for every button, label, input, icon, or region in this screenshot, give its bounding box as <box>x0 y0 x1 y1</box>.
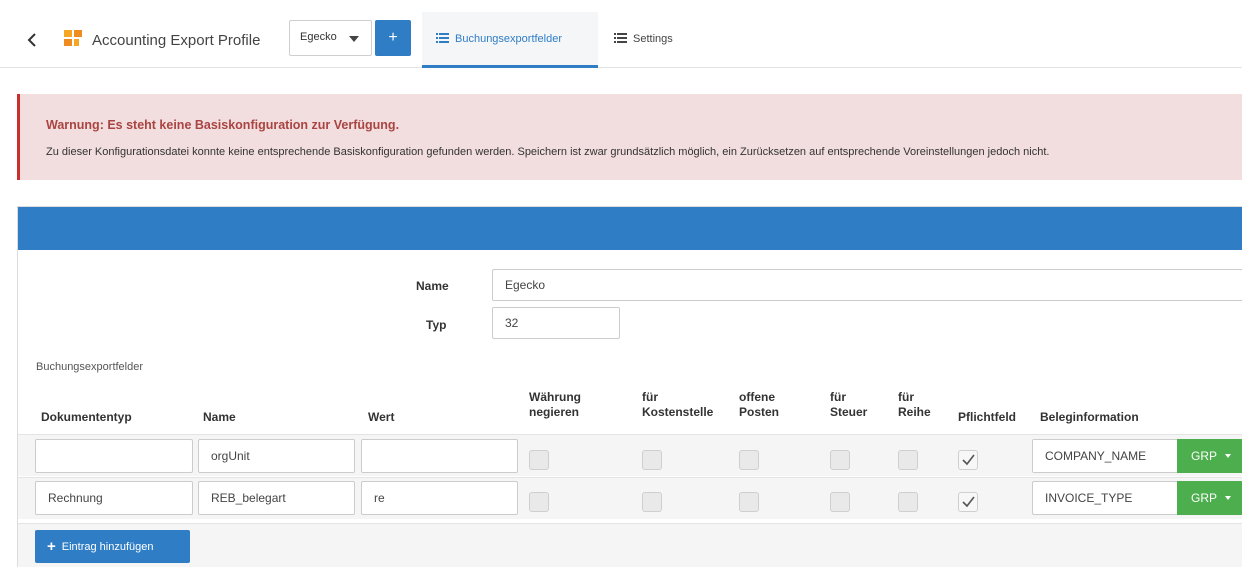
tab-label: Settings <box>633 33 673 45</box>
tab-label: Buchungsexportfelder <box>455 33 563 45</box>
caret-down-icon <box>1225 496 1232 500</box>
add-profile-button[interactable]: + <box>375 20 411 56</box>
typ-field[interactable]: 32 <box>492 307 620 339</box>
back-chevron-icon[interactable] <box>22 26 44 54</box>
column-header-fuer-steuer: für Steuer <box>830 390 867 420</box>
name-input[interactable]: REB_belegart <box>198 481 355 515</box>
pflichtfeld-checkbox[interactable] <box>958 492 978 512</box>
column-header-pflichtfeld: Pflichtfeld <box>958 410 1017 424</box>
column-header-offene-posten: offene Posten <box>739 390 779 420</box>
caret-down-icon <box>349 36 359 42</box>
table-footer <box>18 523 1242 567</box>
checkmark-icon <box>962 496 975 508</box>
column-header-line: negieren <box>529 405 580 419</box>
section-label: Buchungsexportfelder <box>36 361 144 373</box>
grp-dropdown-button[interactable]: GRP <box>1177 481 1242 515</box>
fuer-kostenstelle-checkbox[interactable] <box>642 450 662 470</box>
pflichtfeld-checkbox[interactable] <box>958 450 978 470</box>
column-header-wert: Wert <box>368 410 395 424</box>
profile-select[interactable]: Egecko <box>289 20 372 56</box>
tab-settings[interactable]: Settings <box>614 12 673 68</box>
column-header-fuer-reihe: für Reihe <box>898 390 931 420</box>
column-header-beleginformation: Beleginformation <box>1040 410 1139 424</box>
column-header-line: für <box>898 390 914 404</box>
column-header-line: offene <box>739 390 775 404</box>
column-header-line: Währung <box>529 390 581 404</box>
name-label: Name <box>416 279 449 293</box>
typ-field-value: 32 <box>505 316 519 330</box>
column-header-line: Steuer <box>830 405 868 419</box>
profile-select-value: Egecko <box>300 31 337 43</box>
alert-title: Warnung: Es steht keine Basiskonfigurati… <box>46 118 400 132</box>
column-header-line: Reihe <box>898 405 931 419</box>
dokumententyp-input[interactable] <box>35 439 193 473</box>
waehrung-negieren-checkbox[interactable] <box>529 492 549 512</box>
grp-label: GRP <box>1191 491 1218 505</box>
list-icon <box>614 33 627 43</box>
fuer-steuer-checkbox[interactable] <box>830 492 850 512</box>
column-header-fuer-kostenstelle: für Kostenstelle <box>642 390 713 420</box>
top-bar: Accounting Export Profile Egecko + Buchu… <box>0 12 1242 68</box>
grp-dropdown-button[interactable]: GRP <box>1177 439 1242 473</box>
beleginformation-input[interactable]: COMPANY_NAME <box>1032 439 1179 473</box>
fuer-reihe-checkbox[interactable] <box>898 492 918 512</box>
wert-input[interactable]: re <box>361 481 518 515</box>
fuer-kostenstelle-checkbox[interactable] <box>642 492 662 512</box>
column-header-name: Name <box>203 410 236 424</box>
name-field[interactable]: Egecko <box>492 269 1242 301</box>
name-input[interactable]: orgUnit <box>198 439 355 473</box>
beleginformation-input[interactable]: INVOICE_TYPE <box>1032 481 1179 515</box>
dokumententyp-input[interactable]: Rechnung <box>35 481 193 515</box>
add-entry-label: Eintrag hinzufügen <box>61 541 154 553</box>
waehrung-negieren-checkbox[interactable] <box>529 450 549 470</box>
column-header-waehrung-negieren: Währung negieren <box>529 390 581 420</box>
fuer-reihe-checkbox[interactable] <box>898 450 918 470</box>
add-entry-button[interactable]: + Eintrag hinzufügen <box>35 530 190 563</box>
alert-text: Zu dieser Konfigurationsdatei konnte kei… <box>46 146 1050 158</box>
panel-header <box>18 207 1242 250</box>
name-field-value: Egecko <box>505 278 546 292</box>
fuer-steuer-checkbox[interactable] <box>830 450 850 470</box>
offene-posten-checkbox[interactable] <box>739 450 759 470</box>
column-header-line: für <box>830 390 846 404</box>
wert-input[interactable] <box>361 439 518 473</box>
offene-posten-checkbox[interactable] <box>739 492 759 512</box>
column-header-line: Posten <box>739 405 780 419</box>
typ-label: Typ <box>426 318 447 332</box>
plus-icon: + <box>47 538 56 555</box>
column-header-dokumententyp: Dokumententyp <box>41 410 132 424</box>
list-icon <box>436 33 449 43</box>
grp-label: GRP <box>1191 449 1218 463</box>
app-title: Accounting Export Profile <box>92 32 261 49</box>
warning-alert: Warnung: Es steht keine Basiskonfigurati… <box>17 94 1242 180</box>
app-logo-icon <box>64 30 84 48</box>
checkmark-icon <box>962 454 975 466</box>
export-fields-panel: Name Egecko Typ 32 Buchungsexportfelder … <box>17 206 1242 567</box>
tab-buchungsexportfelder[interactable]: Buchungsexportfelder <box>422 12 598 68</box>
column-header-line: für <box>642 390 658 404</box>
caret-down-icon <box>1225 454 1232 458</box>
column-header-line: Kostenstelle <box>642 405 714 419</box>
